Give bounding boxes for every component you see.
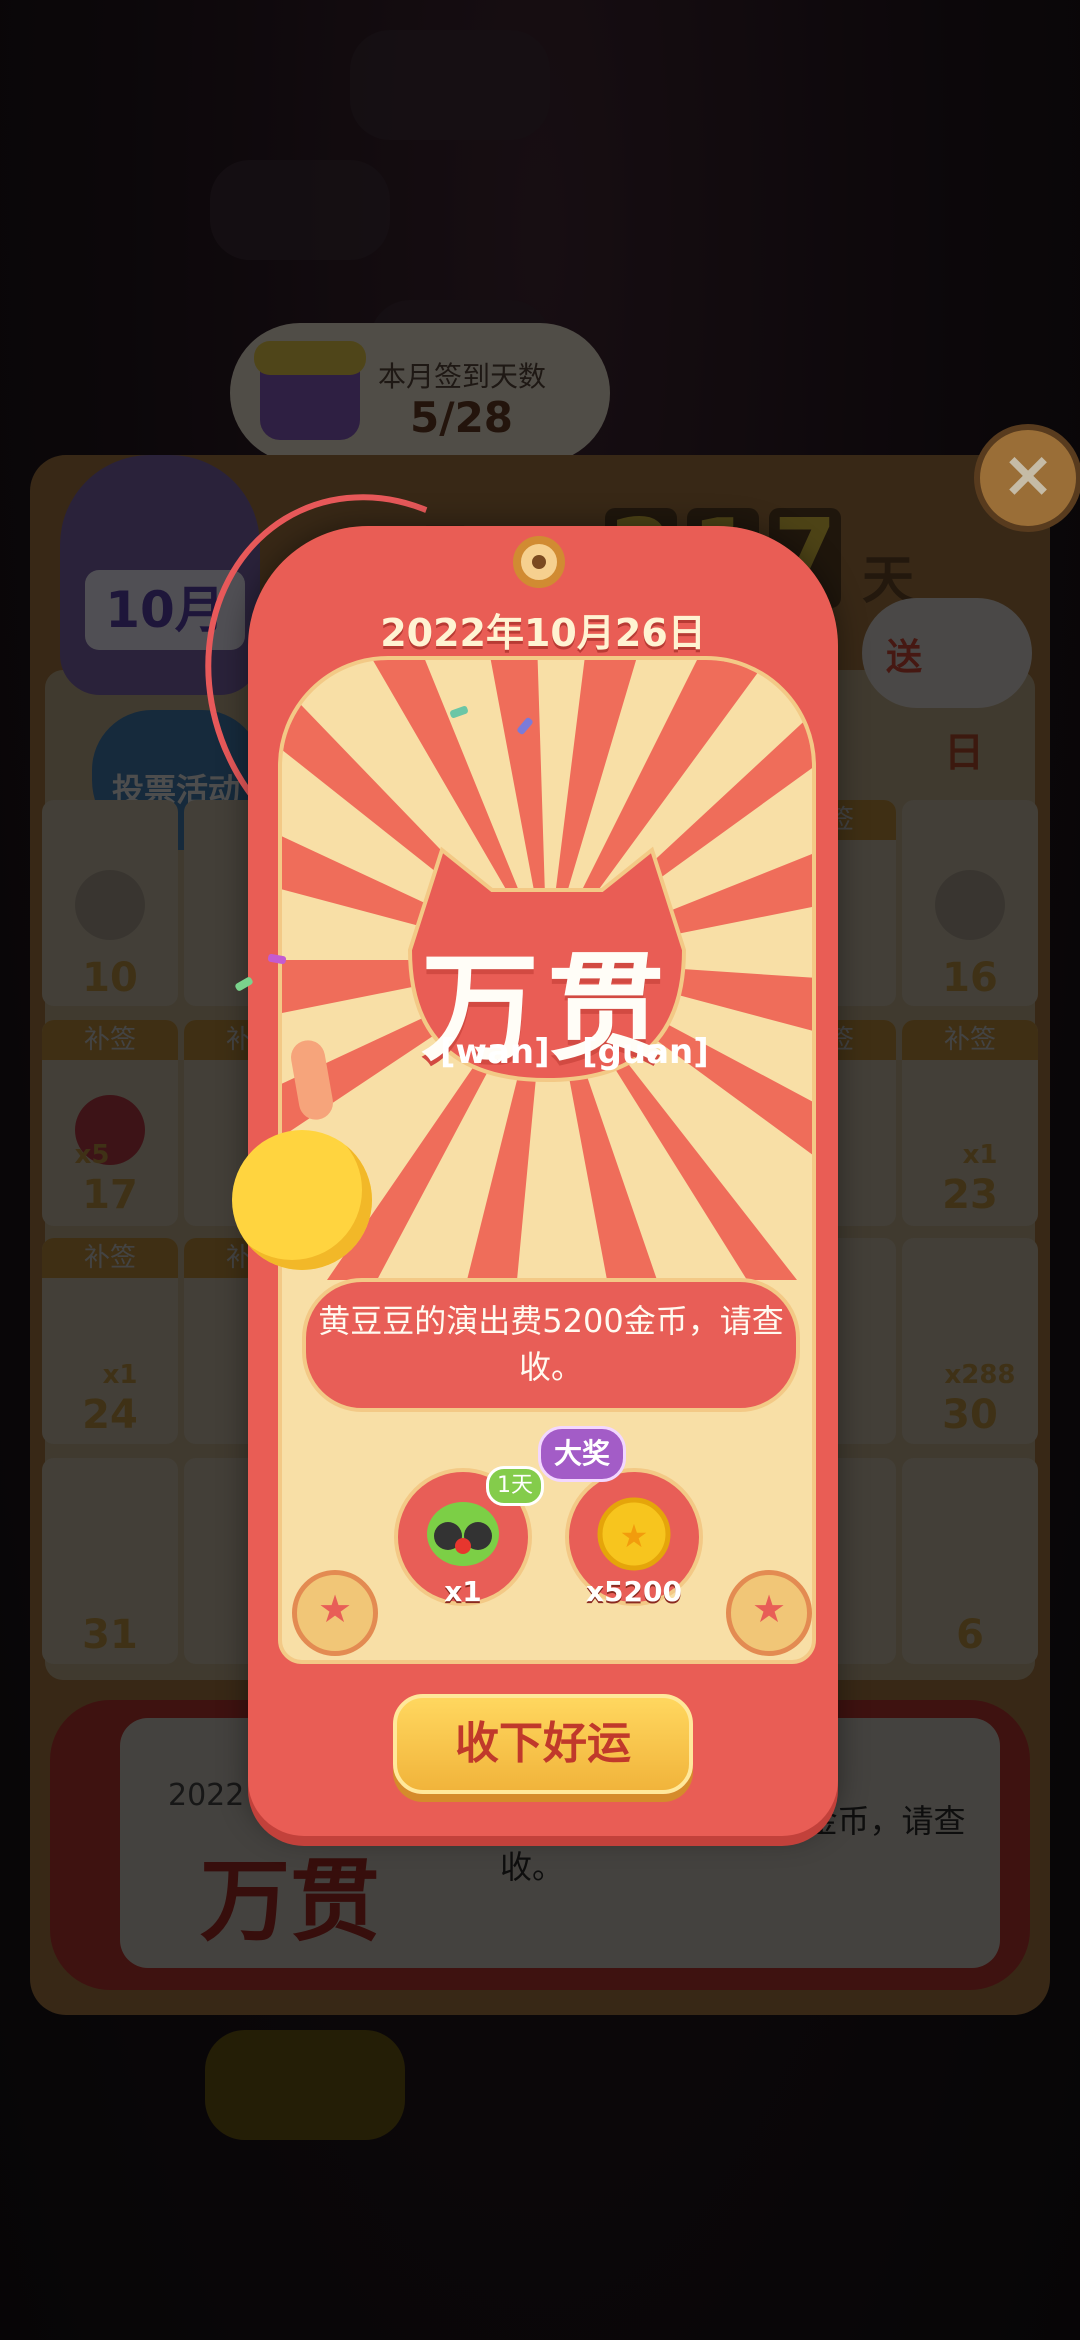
accept-luck-button[interactable]: 收下好运 <box>393 1694 693 1794</box>
sunburst-rays <box>282 660 812 1280</box>
pinyin-right: [guan] <box>582 1032 709 1072</box>
reward-message: 黄豆豆的演出费5200金币，请查收。 <box>318 1302 784 1386</box>
pinyin-left: [wan] <box>440 1032 550 1072</box>
corner-seal-icon <box>292 1570 378 1656</box>
grand-prize-badge: 大奖 <box>538 1426 626 1482</box>
reward-quantity: x1 <box>444 1575 482 1608</box>
svg-text:★: ★ <box>620 1517 649 1555</box>
card-date: 2022年10月26日 <box>380 611 706 655</box>
duration-badge: 1天 <box>486 1466 544 1506</box>
card-eyelet <box>513 536 565 588</box>
reward-item: ★ x5200 <box>565 1468 703 1608</box>
reward-message-ribbon: 黄豆豆的演出费5200金币，请查收。 <box>302 1278 800 1412</box>
chick-mascot-icon <box>232 1130 372 1270</box>
corner-seal-icon <box>726 1570 812 1656</box>
close-button[interactable]: × <box>974 424 1080 532</box>
reward-quantity: x5200 <box>586 1575 682 1608</box>
